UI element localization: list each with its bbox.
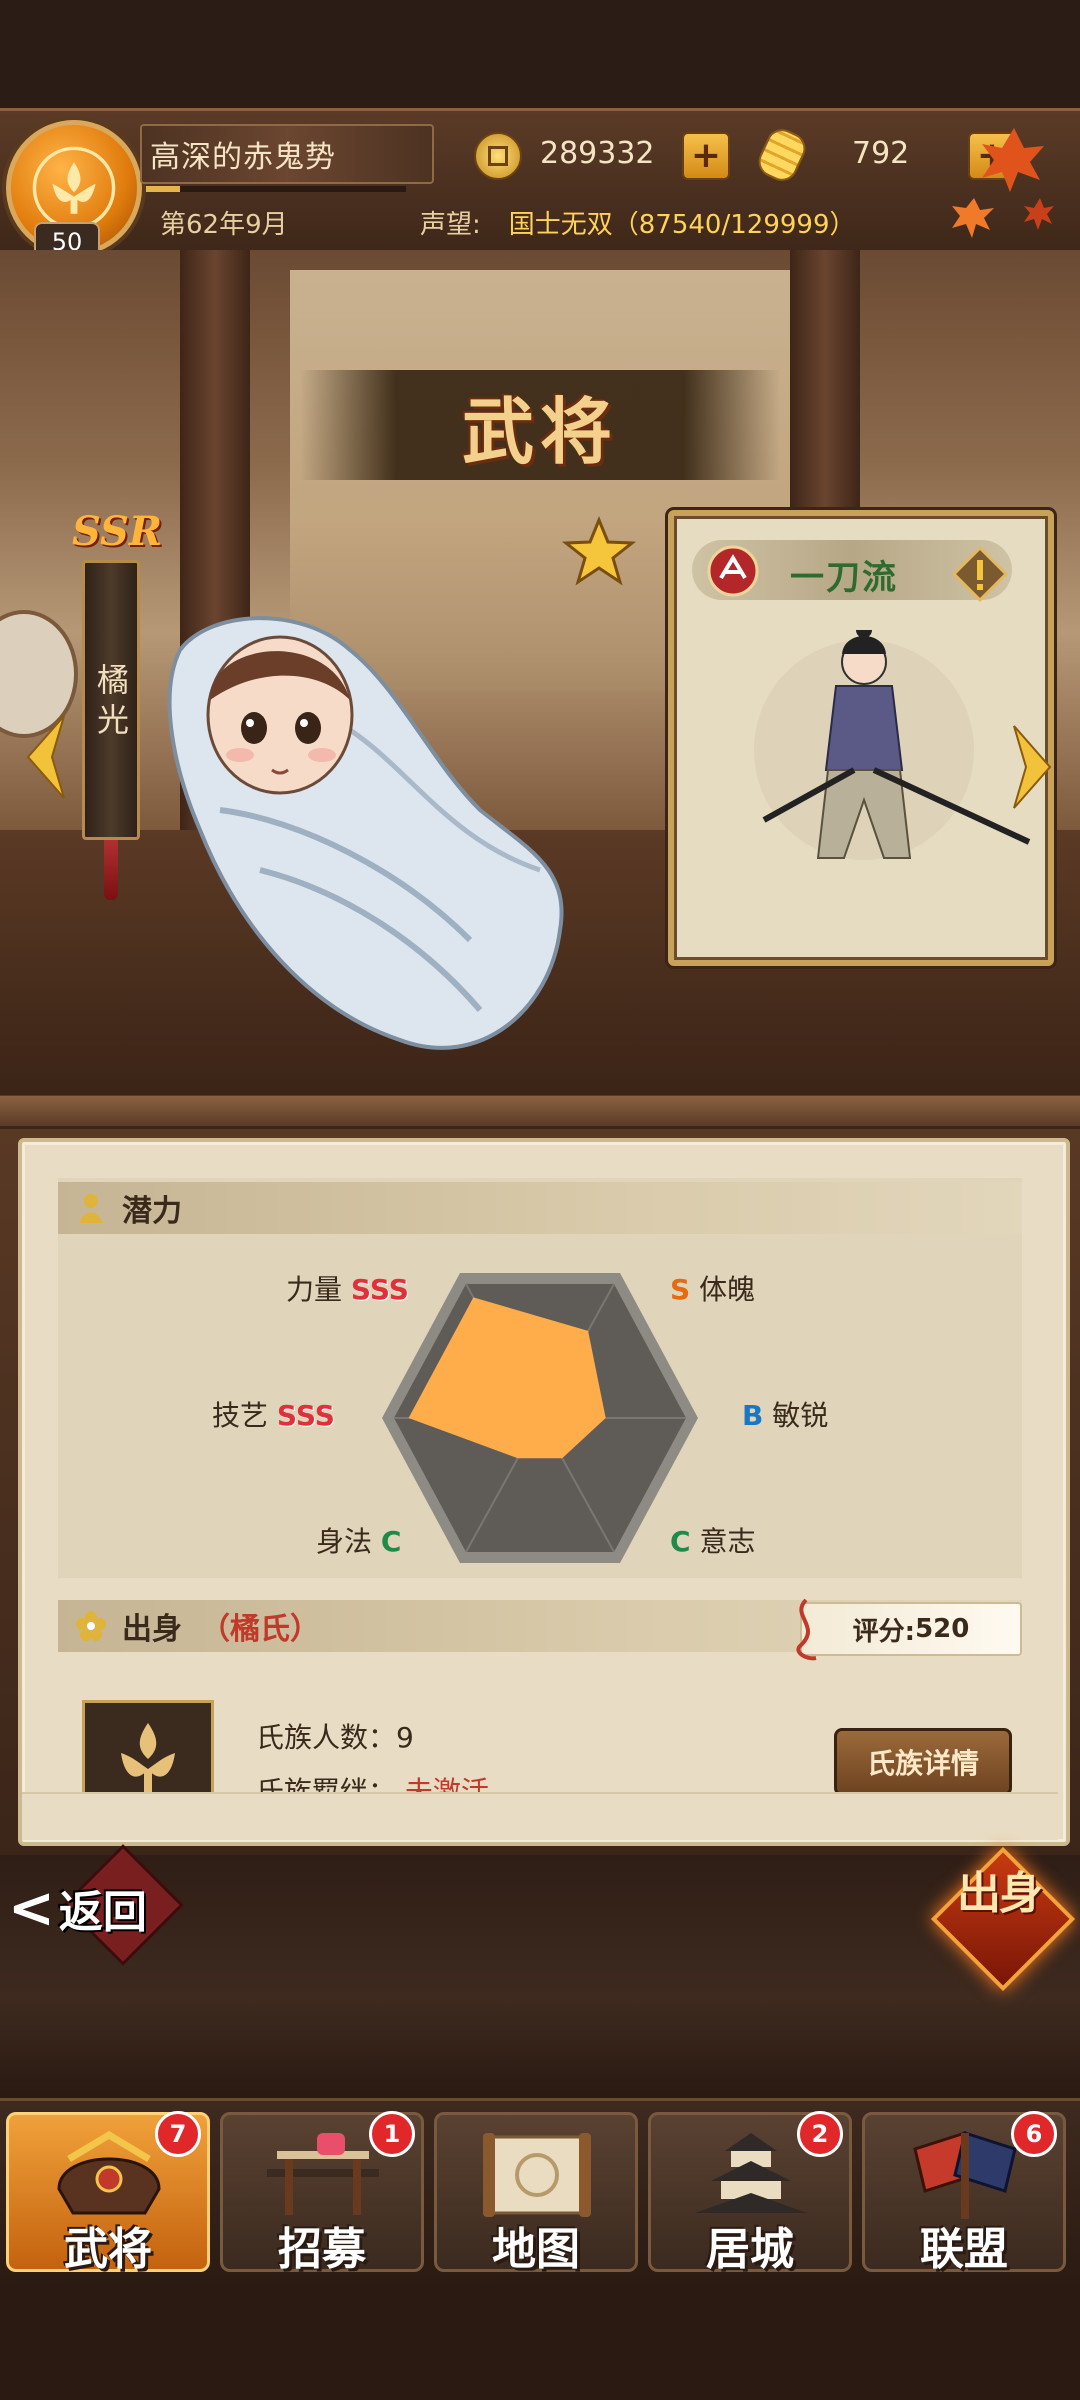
map-scroll-icon — [483, 2133, 591, 2217]
tab-label: 联盟 — [920, 2224, 1008, 2275]
stat-name: 意志 — [699, 1525, 756, 1558]
stat-name: 敏锐 — [772, 1399, 829, 1432]
samurai-figure — [754, 630, 1031, 860]
tab-map[interactable]: 地图 — [434, 2112, 638, 2275]
stat-name: 技艺 — [212, 1399, 269, 1432]
potential-section-header: 潜力 — [58, 1182, 1022, 1234]
stat-grade: SSS — [276, 1399, 335, 1432]
tab-label: 居城 — [706, 2224, 794, 2275]
stat-grade: S — [670, 1273, 691, 1306]
stat-constitution: S 体魄 — [670, 1268, 755, 1308]
stat-name: 体魄 — [699, 1273, 756, 1306]
clan-details-button[interactable]: 氏族详情 — [834, 1728, 1012, 1796]
potential-icon — [80, 1194, 102, 1223]
stat-grade: C — [670, 1525, 691, 1558]
score-value: 520 — [915, 1614, 970, 1644]
prestige-label: 声望: — [420, 210, 481, 240]
next-arrow-icon[interactable] — [1010, 722, 1054, 812]
tab-generals[interactable]: 武将 7 — [6, 2111, 210, 2275]
add-coins-button[interactable]: + — [682, 132, 730, 180]
page-title: 武将 — [461, 388, 618, 474]
prestige: 声望: 国士无双（87540/129999） — [420, 204, 856, 241]
stat-name: 身法 — [316, 1525, 373, 1558]
stat-skill: 技艺 SSS — [212, 1394, 335, 1434]
origin-button-label: 出身 — [957, 1868, 1043, 1919]
notification-badge: 2 — [797, 2111, 843, 2157]
clan-bond-label: 氏族羁绊： — [256, 1775, 397, 1792]
potential-radar-chart — [382, 1273, 698, 1563]
notification-badge: 6 — [1011, 2111, 1057, 2157]
tab-label: 招募 — [278, 2224, 366, 2275]
alliance-banner-icon — [913, 2131, 1017, 2219]
info-warning-icon[interactable] — [952, 546, 1008, 602]
tab-alliance[interactable]: 联盟 6 — [862, 2111, 1066, 2275]
castle-icon — [695, 2133, 807, 2213]
origin-title: 出身 — [122, 1612, 182, 1647]
page-title-banner: 武将 — [300, 370, 780, 480]
panel-bottom-edge — [22, 1792, 1058, 1840]
general-name-scroll: 橘光 — [82, 560, 140, 840]
player-name: 高深的赤鬼势 — [150, 140, 336, 175]
clan-bond-value: 未激活 — [404, 1775, 489, 1792]
stat-grade: C — [380, 1525, 402, 1558]
fighting-style-emblem-icon — [707, 545, 759, 597]
back-chevron-icon: < — [8, 1875, 55, 1941]
score-label: 评分: — [852, 1616, 916, 1647]
prestige-value: 国士无双（87540/129999） — [508, 210, 856, 240]
tab-recruit[interactable]: 招募 1 — [220, 2111, 424, 2275]
origin-button[interactable]: 出身 — [930, 1846, 1076, 1992]
back-button-label: 返回 — [58, 1887, 147, 1938]
game-date: 第62年9月 — [160, 210, 288, 240]
tab-label: 武将 — [64, 2224, 152, 2275]
exp-bar-fill — [146, 186, 180, 192]
coin-amount: 289332 — [540, 136, 655, 171]
clan-crest[interactable] — [82, 1700, 214, 1802]
samurai-helmet-icon — [57, 2130, 161, 2215]
tab-castle[interactable]: 居城 2 — [648, 2111, 852, 2275]
coin-icon — [474, 132, 522, 180]
notification-badge: 7 — [155, 2111, 201, 2157]
red-cord-icon — [796, 1598, 817, 1661]
status-bar-area — [0, 0, 1080, 110]
sword-rack-icon — [267, 2133, 379, 2215]
stat-will: C 意志 — [670, 1520, 755, 1560]
stat-grade: B — [742, 1399, 764, 1432]
potential-title: 潜力 — [122, 1194, 182, 1229]
maple-leaves-icon — [952, 128, 1054, 238]
stat-agility: 身法 C — [316, 1520, 401, 1560]
general-portrait[interactable] — [150, 610, 630, 1060]
gold-amount: 792 — [852, 136, 910, 171]
panel-trim — [0, 1096, 1080, 1129]
tassel-decoration — [104, 840, 118, 900]
stat-perception: B 敏锐 — [742, 1394, 828, 1434]
stat-strength: 力量 SSS — [286, 1268, 409, 1308]
clan-bond: 氏族羁绊： 未激活 — [256, 1770, 489, 1792]
origin-clan: （橘氏） — [200, 1612, 320, 1647]
tachibana-crest-icon — [121, 1723, 175, 1799]
general-name: 橘光 — [92, 663, 130, 743]
score-tag: 评分: 520 — [800, 1602, 1022, 1656]
clan-crest-icon — [32, 146, 116, 230]
previous-arrow-icon[interactable] — [24, 712, 68, 802]
stat-name: 力量 — [286, 1273, 343, 1306]
star-icon[interactable] — [562, 516, 636, 588]
clan-member-count: 氏族人数：9 — [256, 1721, 414, 1754]
flower-icon — [76, 1611, 106, 1641]
stat-grade: SSS — [350, 1273, 409, 1306]
tab-label: 地图 — [492, 2224, 580, 2275]
exp-bar — [146, 186, 406, 192]
back-button[interactable]: < 返回 — [8, 1858, 188, 1958]
rarity-badge: SSR — [72, 508, 163, 555]
fighting-style-name: 一刀流 — [790, 558, 898, 598]
notification-badge: 1 — [369, 2111, 415, 2157]
